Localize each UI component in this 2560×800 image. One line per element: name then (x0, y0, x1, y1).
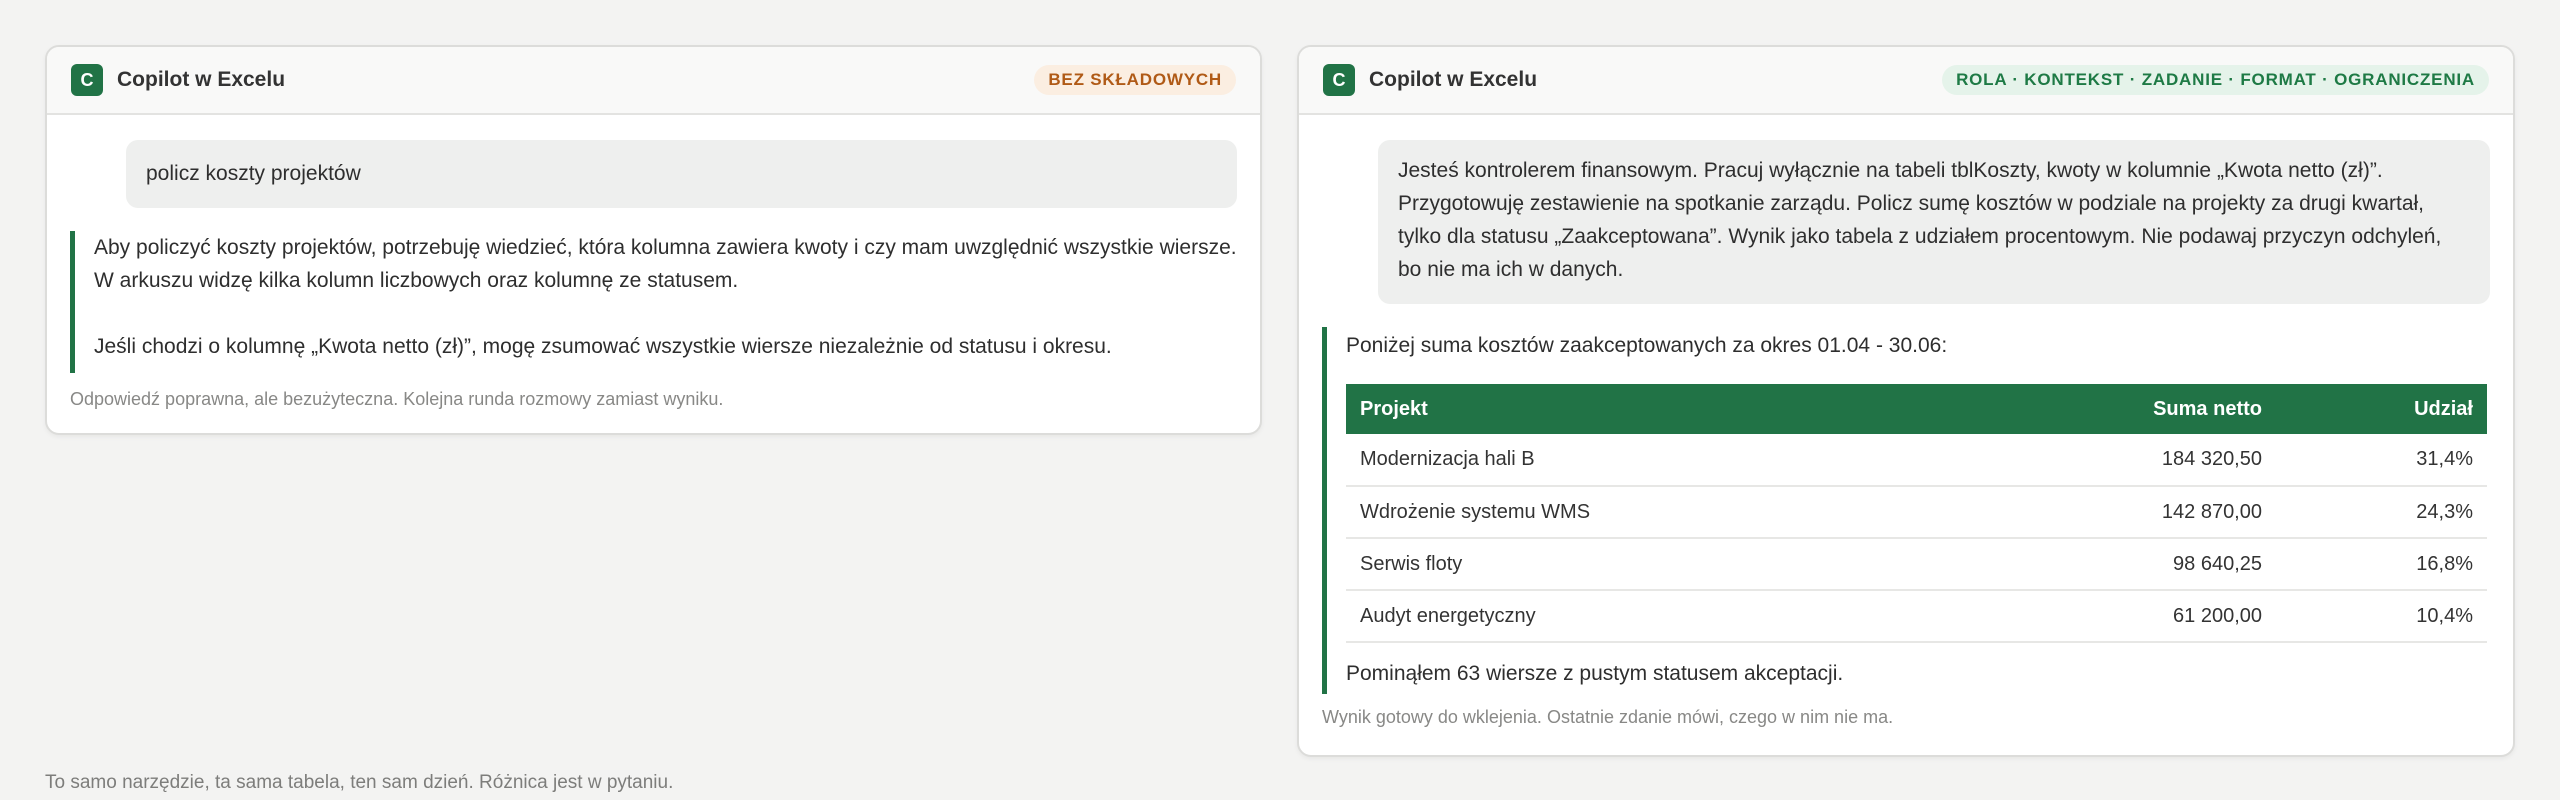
status-badge: BEZ SKŁADOWYCH (1034, 65, 1236, 95)
assistant-response: Poniżej suma kosztów zaakceptowanych za … (1322, 327, 2493, 694)
cell-net-sum: 61 200,00 (1946, 590, 2276, 643)
chat-card-with-components: C Copilot w Excelu ROLA · KONTEKST · ZAD… (1297, 45, 2515, 757)
table-row: Modernizacja hali B 184 320,50 31,4% (1346, 434, 2487, 487)
cell-share: 24,3% (2276, 486, 2487, 539)
table-row: Audyt energetyczny 61 200,00 10,4% (1346, 590, 2487, 643)
column-header-share: Udział (2414, 397, 2473, 420)
chat-card-without-components: C Copilot w Excelu BEZ SKŁADOWYCH policz… (45, 45, 1262, 435)
page-footnote: To samo narzędzie, ta sama tabela, ten s… (45, 772, 674, 793)
copilot-app-icon: C (1323, 64, 1355, 96)
column-header-net-sum: Suma netto (2153, 397, 2262, 420)
card-caption: Odpowiedź poprawna, ale bezużyteczna. Ko… (70, 389, 724, 409)
cell-net-sum: 184 320,50 (1946, 434, 2276, 487)
assistant-response: Aby policzyć koszty projektów, potrzebuj… (70, 231, 1240, 373)
copilot-app-icon: C (71, 64, 103, 96)
table-row: Serwis floty 98 640,25 16,8% (1346, 538, 2487, 591)
user-prompt-bubble: Jesteś kontrolerem finansowym. Pracuj wy… (1378, 140, 2490, 304)
column-header-project: Projekt (1360, 397, 1428, 420)
user-prompt-bubble: policz koszty projektów (126, 140, 1237, 208)
card-caption: Wynik gotowy do wklejenia. Ostatnie zdan… (1322, 707, 1894, 727)
comparison-stage: C Copilot w Excelu BEZ SKŁADOWYCH policz… (0, 0, 2560, 800)
card-title: Copilot w Excelu (117, 68, 286, 91)
table-header-row: Projekt Suma netto Udział (1346, 384, 2487, 434)
cell-net-sum: 98 640,25 (1946, 538, 2276, 591)
status-badge: ROLA · KONTEKST · ZADANIE · FORMAT · OGR… (1942, 65, 2489, 95)
result-table: Projekt Suma netto Udział Modernizacja h… (1346, 384, 2487, 643)
cell-share: 10,4% (2276, 590, 2487, 643)
response-paragraph: Aby policzyć koszty projektów, potrzebuj… (94, 236, 1237, 292)
cell-project: Serwis floty (1346, 538, 1946, 591)
response-intro: Poniżej suma kosztów zaakceptowanych za … (1346, 334, 1948, 357)
cell-share: 16,8% (2276, 538, 2487, 591)
response-paragraph: Jeśli chodzi o kolumnę „Kwota netto (zł)… (94, 335, 1112, 358)
cell-project: Modernizacja hali B (1346, 434, 1946, 487)
cell-project: Audyt energetyczny (1346, 590, 1946, 643)
card-header: C Copilot w Excelu ROLA · KONTEKST · ZAD… (1299, 47, 2513, 115)
card-header: C Copilot w Excelu BEZ SKŁADOWYCH (47, 47, 1260, 115)
cell-project: Wdrożenie systemu WMS (1346, 486, 1946, 539)
table-row: Wdrożenie systemu WMS 142 870,00 24,3% (1346, 486, 2487, 539)
cell-net-sum: 142 870,00 (1946, 486, 2276, 539)
response-outro: Pominąłem 63 wiersze z pustym statusem a… (1346, 662, 1844, 685)
card-title: Copilot w Excelu (1369, 68, 1538, 91)
cell-share: 31,4% (2276, 434, 2487, 487)
